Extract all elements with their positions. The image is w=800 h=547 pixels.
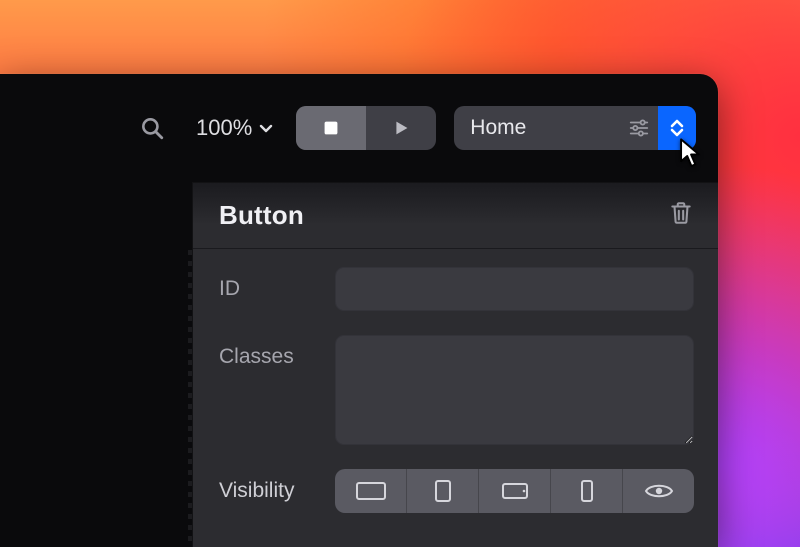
chevron-up-icon — [670, 119, 684, 128]
field-label-id: ID — [219, 267, 335, 301]
run-stop[interactable] — [296, 106, 366, 150]
visibility-row: Visibility — [219, 469, 694, 513]
sidebar — [0, 182, 192, 547]
device-phone[interactable] — [550, 469, 622, 513]
device-desktop[interactable] — [335, 469, 406, 513]
field-row-id: ID — [219, 267, 694, 311]
classes-field[interactable] — [335, 335, 694, 445]
field-label-classes: Classes — [219, 335, 335, 369]
phone-icon — [580, 479, 594, 503]
search-button[interactable] — [130, 115, 174, 141]
sliders-icon — [628, 117, 650, 139]
delete-button[interactable] — [668, 200, 694, 231]
panel-body: ID Classes Visibility — [193, 249, 718, 513]
zoom-dropdown[interactable]: 100% — [192, 115, 278, 141]
id-field[interactable] — [335, 267, 694, 311]
trash-icon — [668, 200, 694, 226]
visibility-segmented[interactable] — [335, 469, 694, 513]
chevron-down-icon — [258, 120, 274, 136]
mouse-cursor — [678, 138, 706, 168]
app-window: 100% Home — [0, 74, 718, 547]
stop-icon — [320, 117, 342, 139]
tablet-landscape-icon — [501, 481, 529, 501]
run-segmented[interactable] — [296, 106, 436, 150]
device-tablet[interactable] — [406, 469, 478, 513]
inspector-panel: Button ID Classes — [192, 182, 718, 547]
page-popup-button[interactable]: Home — [454, 106, 696, 150]
device-visible[interactable] — [622, 469, 694, 513]
play-icon — [390, 117, 412, 139]
desktop-icon — [354, 480, 388, 502]
chevron-down-icon — [670, 128, 684, 137]
search-icon — [139, 115, 165, 141]
run-play[interactable] — [366, 106, 436, 150]
toolbar: 100% Home — [0, 74, 718, 182]
tablet-icon — [433, 479, 453, 503]
panel-header: Button — [193, 183, 718, 249]
zoom-value: 100% — [196, 115, 252, 141]
page-selected-label: Home — [470, 116, 526, 140]
visibility-label: Visibility — [219, 479, 335, 503]
device-tablet-landscape[interactable] — [478, 469, 550, 513]
panel-title: Button — [219, 200, 304, 231]
eye-icon — [644, 481, 674, 501]
field-row-classes: Classes — [219, 335, 694, 445]
